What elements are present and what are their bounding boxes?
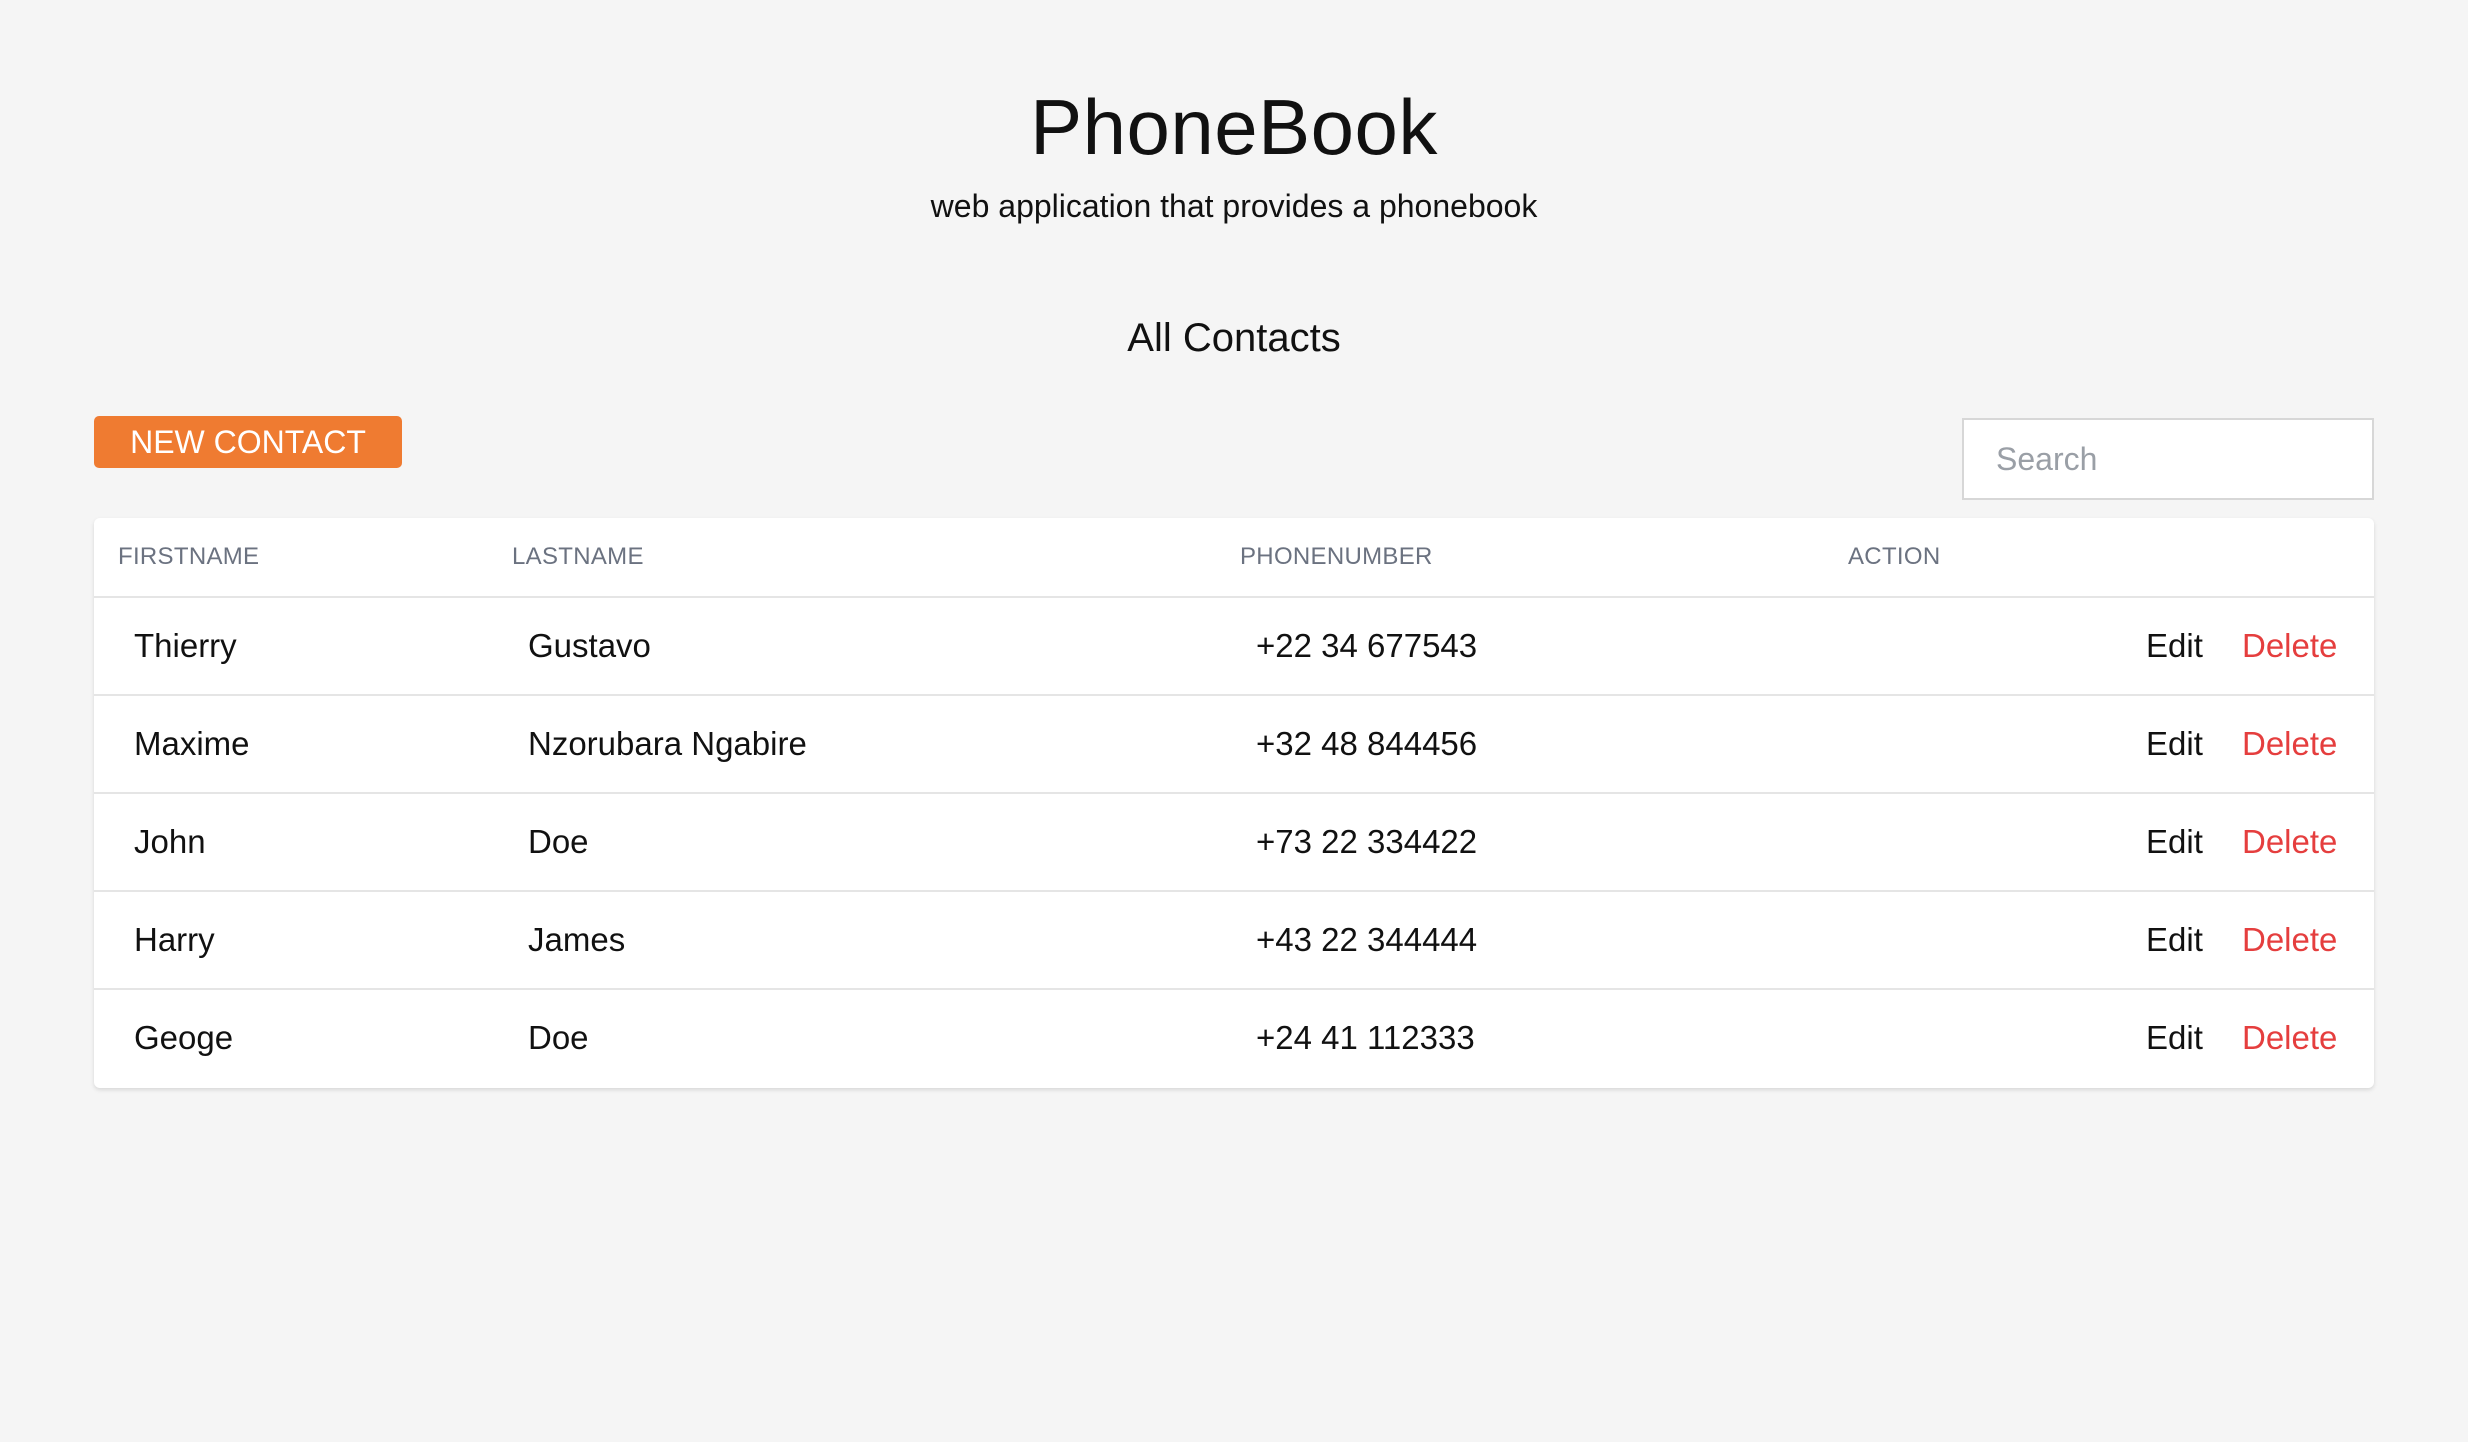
table-row: Maxime Nzorubara Ngabire +32 48 844456 E… bbox=[94, 696, 2374, 794]
cell-firstname: Thierry bbox=[134, 627, 237, 664]
cell-lastname: Doe bbox=[528, 823, 589, 860]
cell-phonenumber: +73 22 334422 bbox=[1256, 823, 1478, 860]
cell-phonenumber: +24 41 112333 bbox=[1256, 1019, 1475, 1056]
delete-link[interactable]: Delete bbox=[2242, 794, 2337, 890]
table-row: Thierry Gustavo +22 34 677543 Edit Delet… bbox=[94, 598, 2374, 696]
delete-link[interactable]: Delete bbox=[2242, 892, 2337, 988]
edit-link[interactable]: Edit bbox=[2146, 696, 2203, 792]
delete-link[interactable]: Delete bbox=[2242, 696, 2337, 792]
column-header-action: ACTION bbox=[1848, 543, 1941, 570]
edit-link[interactable]: Edit bbox=[2146, 598, 2203, 694]
contacts-table: FIRSTNAME LASTNAME PHONENUMBER ACTION Th… bbox=[94, 518, 2374, 1088]
table-row: Harry James +43 22 344444 Edit Delete bbox=[94, 892, 2374, 990]
edit-link[interactable]: Edit bbox=[2146, 892, 2203, 988]
cell-firstname: Maxime bbox=[134, 725, 250, 762]
cell-phonenumber: +22 34 677543 bbox=[1256, 627, 1478, 664]
column-header-firstname: FIRSTNAME bbox=[118, 543, 260, 570]
cell-firstname: Geoge bbox=[134, 1019, 234, 1056]
new-contact-button[interactable]: NEW CONTACT bbox=[94, 416, 402, 468]
app-subtitle: web application that provides a phoneboo… bbox=[930, 188, 1538, 224]
edit-link[interactable]: Edit bbox=[2146, 990, 2203, 1086]
table-header: FIRSTNAME LASTNAME PHONENUMBER ACTION bbox=[94, 518, 2374, 598]
table-row: John Doe +73 22 334422 Edit Delete bbox=[94, 794, 2374, 892]
cell-firstname: Harry bbox=[134, 921, 215, 958]
column-header-phonenumber: PHONENUMBER bbox=[1240, 543, 1433, 570]
app-title: PhoneBook bbox=[1030, 83, 1438, 171]
phonebook-page: PhoneBook web application that provides … bbox=[0, 0, 2468, 1442]
edit-link[interactable]: Edit bbox=[2146, 794, 2203, 890]
cell-lastname: James bbox=[528, 921, 626, 958]
cell-lastname: Nzorubara Ngabire bbox=[528, 725, 807, 762]
delete-link[interactable]: Delete bbox=[2242, 598, 2337, 694]
cell-lastname: Doe bbox=[528, 1019, 589, 1056]
cell-phonenumber: +43 22 344444 bbox=[1256, 921, 1478, 958]
cell-phonenumber: +32 48 844456 bbox=[1256, 725, 1478, 762]
search-input[interactable] bbox=[1962, 418, 2374, 500]
column-header-lastname: LASTNAME bbox=[512, 543, 644, 570]
delete-link[interactable]: Delete bbox=[2242, 990, 2337, 1086]
cell-firstname: John bbox=[134, 823, 206, 860]
table-row: Geoge Doe +24 41 112333 Edit Delete bbox=[94, 990, 2374, 1088]
section-title: All Contacts bbox=[1127, 316, 1341, 360]
cell-lastname: Gustavo bbox=[528, 627, 651, 664]
